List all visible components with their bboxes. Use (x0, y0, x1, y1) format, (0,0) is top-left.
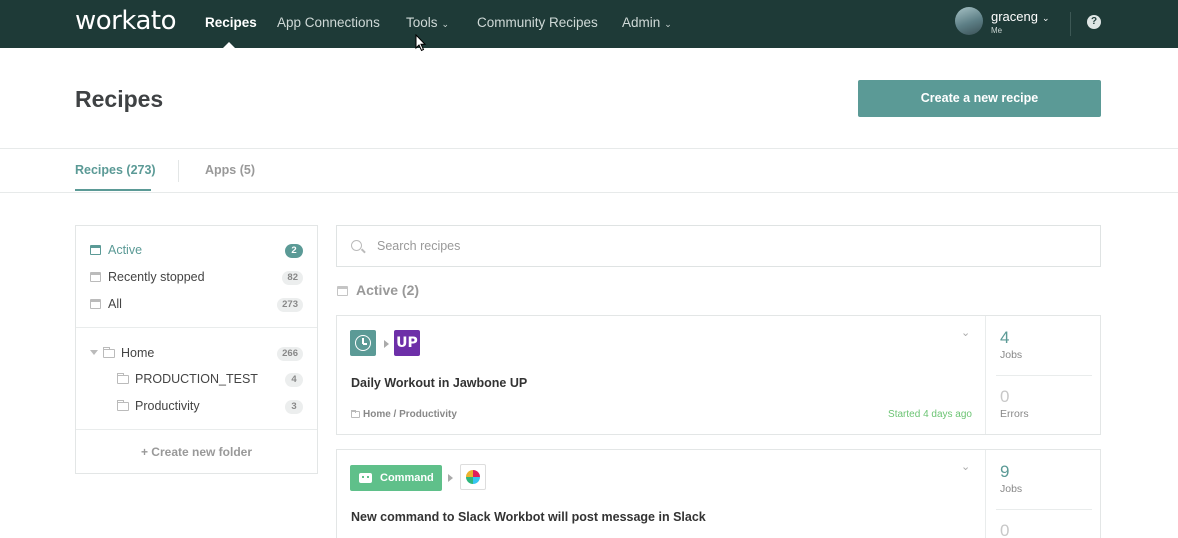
inbox-icon (90, 299, 101, 309)
slack-icon (460, 464, 486, 490)
count-badge: 4 (285, 373, 303, 387)
errors-count[interactable]: 0 (1000, 521, 1009, 538)
recipe-status: Started 4 days ago (888, 409, 972, 420)
divider (996, 375, 1092, 376)
expand-triangle-icon[interactable] (90, 350, 98, 355)
nav-recipes[interactable]: Recipes (205, 15, 257, 30)
page-title: Recipes (75, 86, 164, 112)
search-input[interactable] (377, 236, 1077, 256)
chevron-down-icon[interactable]: ⌄ (961, 326, 970, 339)
user-subtitle: Me (991, 26, 1003, 35)
folder-productivity[interactable]: Productivity (117, 399, 200, 413)
active-nav-pointer (223, 42, 235, 48)
nav-tools[interactable]: Tools ⌄ (406, 15, 449, 30)
recipe-stats: 4 Jobs 0 Errors (985, 316, 1101, 434)
help-icon[interactable]: ? (1087, 15, 1101, 29)
folder-icon (103, 347, 115, 358)
slack-mark (466, 470, 480, 484)
folder-home[interactable]: Home (90, 346, 154, 360)
user-name: graceng (991, 9, 1038, 24)
recipe-card[interactable]: UP ⌄ Daily Workout in Jawbone UP Home / … (336, 315, 1101, 435)
jobs-count[interactable]: 4 (1000, 328, 1009, 348)
recipe-filter-sidebar: Active 2 Recently stopped 82 All 273 Hom… (75, 225, 318, 474)
count-badge: 2 (285, 244, 303, 258)
active-tab-underline (75, 189, 151, 191)
divider (76, 429, 317, 430)
errors-label: Errors (1000, 408, 1029, 420)
section-title: Active (2) (337, 282, 419, 298)
recipe-stats: 9 Jobs 0 (985, 450, 1101, 538)
recipe-folder-path[interactable]: Home / Productivity (351, 409, 457, 420)
filter-label: Active (108, 243, 143, 257)
jobs-count[interactable]: 9 (1000, 462, 1009, 482)
errors-count[interactable]: 0 (1000, 387, 1009, 407)
recipe-card[interactable]: Command ⌄ New command to Slack Workbot w… (336, 449, 1101, 538)
top-nav: workato Recipes App Connections Tools ⌄ C… (0, 0, 1178, 48)
folder-icon (117, 400, 129, 411)
recipe-title[interactable]: New command to Slack Workbot will post m… (351, 510, 706, 524)
create-folder-link[interactable]: + Create new folder (76, 445, 317, 459)
search-icon (351, 240, 362, 251)
recipe-path-label: Home / Productivity (363, 409, 457, 420)
clock-face (355, 335, 371, 351)
jobs-label: Jobs (1000, 483, 1023, 495)
folder-label: Productivity (135, 399, 200, 413)
recipe-card-body: UP ⌄ Daily Workout in Jawbone UP Home / … (337, 316, 985, 434)
command-trigger-badge: Command (350, 465, 442, 491)
scheduler-clock-icon (350, 330, 376, 356)
divider (0, 192, 1178, 193)
tab-recipes[interactable]: Recipes (273) (75, 163, 156, 177)
divider (76, 327, 317, 328)
filter-recently-stopped[interactable]: Recently stopped (90, 270, 205, 284)
count-badge: 3 (285, 400, 303, 414)
workato-logo[interactable]: workato (75, 6, 177, 36)
avatar[interactable] (955, 7, 983, 35)
tab-apps[interactable]: Apps (5) (205, 163, 255, 177)
filter-all[interactable]: All (90, 297, 122, 311)
filter-label: All (108, 297, 122, 311)
nav-app-connections-label: App Connections (277, 15, 380, 30)
chevron-down-icon[interactable]: ⌄ (961, 460, 970, 473)
chevron-down-icon: ⌄ (664, 19, 672, 29)
jawbone-up-icon: UP (394, 330, 420, 356)
user-menu[interactable]: graceng ⌄ (991, 9, 1050, 24)
count-badge: 82 (282, 271, 303, 285)
create-recipe-button[interactable]: Create a new recipe (858, 80, 1101, 117)
flow-arrow-icon (384, 340, 389, 348)
flow-arrow-icon (448, 474, 453, 482)
nav-community-recipes-label: Community Recipes (477, 15, 598, 30)
folder-icon (351, 410, 360, 418)
count-badge: 273 (277, 298, 303, 312)
inbox-icon (90, 245, 101, 255)
tab-separator (178, 160, 179, 182)
divider (996, 509, 1092, 510)
nav-divider (1070, 12, 1071, 36)
filter-active[interactable]: Active (90, 243, 142, 257)
nav-admin[interactable]: Admin ⌄ (622, 15, 672, 30)
mouse-cursor-icon (415, 34, 427, 52)
section-title-label: Active (2) (356, 282, 420, 298)
inbox-icon (337, 286, 348, 296)
chevron-down-icon: ⌄ (441, 19, 450, 29)
search-box (336, 225, 1101, 267)
nav-community-recipes[interactable]: Community Recipes (477, 15, 598, 30)
jobs-label: Jobs (1000, 349, 1023, 361)
recipe-card-body: Command ⌄ New command to Slack Workbot w… (337, 450, 985, 538)
folder-label: Home (121, 346, 155, 360)
command-label: Command (380, 472, 434, 484)
count-badge: 266 (277, 347, 303, 361)
nav-recipes-label: Recipes (205, 15, 257, 30)
workbot-icon (359, 473, 372, 483)
nav-tools-label: Tools (406, 15, 438, 30)
folder-label: PRODUCTION_TEST (135, 372, 258, 386)
folder-icon (117, 373, 129, 384)
inbox-icon (90, 272, 101, 282)
filter-label: Recently stopped (108, 270, 205, 284)
divider (0, 148, 1178, 149)
recipe-title[interactable]: Daily Workout in Jawbone UP (351, 376, 527, 390)
folder-production-test[interactable]: PRODUCTION_TEST (117, 372, 258, 386)
nav-app-connections[interactable]: App Connections (277, 15, 380, 30)
nav-admin-label: Admin (622, 15, 661, 30)
chevron-down-icon: ⌄ (1041, 13, 1050, 23)
